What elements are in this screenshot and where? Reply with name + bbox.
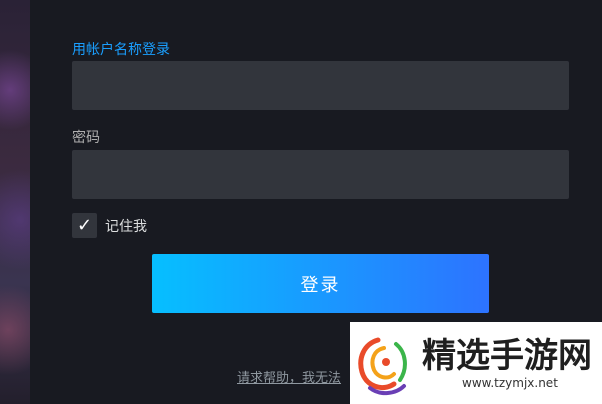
username-input[interactable] [72, 61, 569, 110]
watermark-title: 精选手游网 [422, 336, 592, 376]
password-label: 密码 [72, 130, 100, 146]
remember-me-checkbox[interactable]: ✓ [72, 213, 97, 238]
username-label: 用帐户名称登录 [72, 42, 170, 58]
background-artwork [0, 0, 30, 404]
swirl-logo-icon [358, 337, 407, 395]
checkmark-icon: ✓ [76, 215, 93, 236]
remember-me-label: 记住我 [105, 218, 147, 235]
remember-me-row[interactable]: ✓ 记住我 [72, 213, 147, 238]
password-input[interactable] [72, 150, 569, 199]
login-button[interactable]: 登录 [152, 254, 489, 313]
watermark: 精选手游网 www.tzymjx.net [350, 322, 602, 404]
watermark-url: www.tzymjx.net [462, 376, 558, 390]
help-link[interactable]: 请求帮助，我无法 [237, 367, 341, 386]
